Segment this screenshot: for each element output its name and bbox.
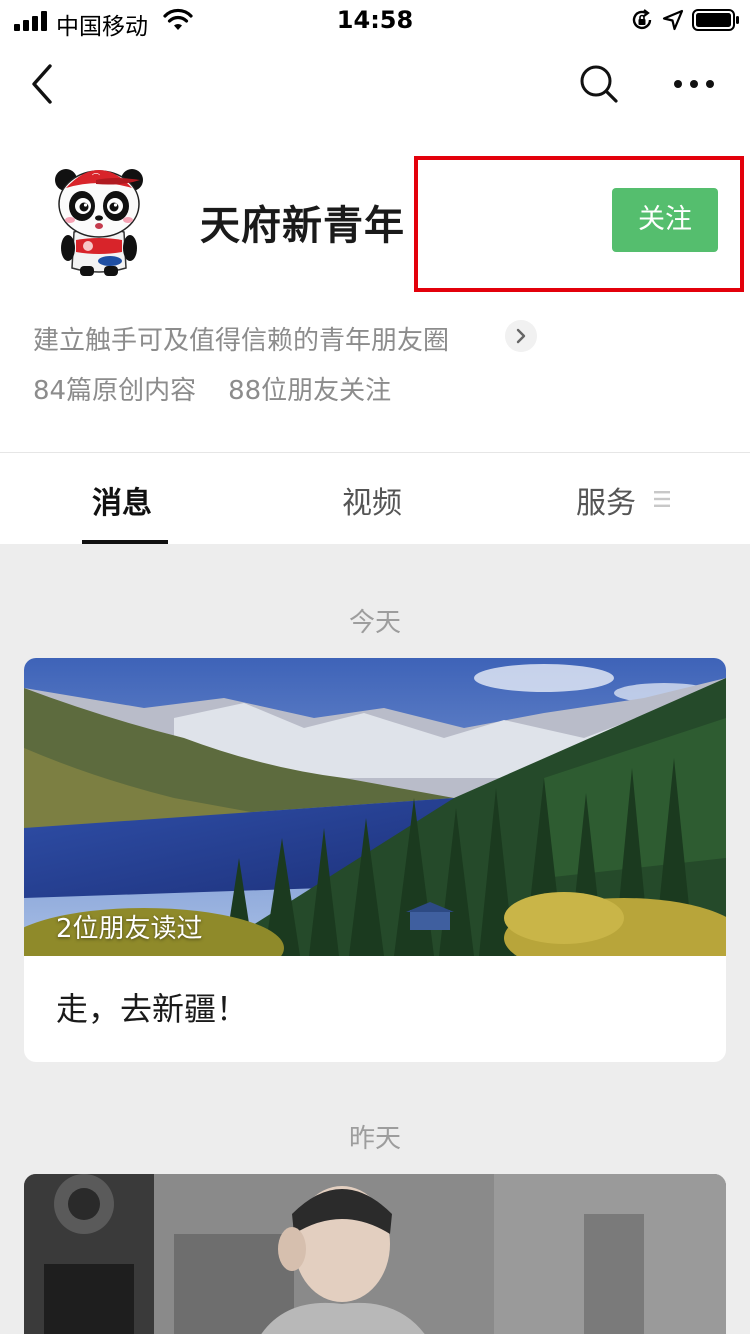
message-feed[interactable]: 今天 2位朋友读过 走，去新疆！ 昨天 bbox=[0, 544, 750, 1334]
account-avatar-panda[interactable]: ⌒ bbox=[44, 150, 154, 280]
original-content-count: 84篇原创内容 bbox=[33, 376, 197, 406]
friends-read-label: 2位朋友读过 bbox=[56, 914, 203, 944]
menu-icon bbox=[654, 491, 670, 507]
status-bar: 中国移动 14:58 bbox=[0, 0, 750, 40]
tab-messages[interactable]: 消息 bbox=[92, 478, 152, 521]
search-icon[interactable] bbox=[576, 60, 620, 106]
article-cover-image-person bbox=[24, 1174, 726, 1334]
description-text: 建立触手可及值得信赖的青年朋友圈 bbox=[33, 326, 450, 356]
rotation-lock-icon bbox=[632, 9, 652, 30]
location-arrow-icon bbox=[662, 9, 684, 31]
friends-following-count: 88位朋友关注 bbox=[228, 376, 392, 406]
more-options-icon[interactable] bbox=[670, 62, 718, 106]
svg-text:⌒: ⌒ bbox=[92, 173, 100, 182]
divider bbox=[0, 452, 750, 453]
date-separator-yesterday: 昨天 bbox=[348, 1124, 401, 1154]
account-name: 天府新青年 bbox=[200, 203, 405, 249]
battery-icon bbox=[692, 9, 739, 31]
date-separator-today: 今天 bbox=[348, 608, 401, 638]
tab-video[interactable]: 视频 bbox=[342, 478, 402, 521]
chevron-right-icon[interactable] bbox=[505, 320, 537, 352]
article-title[interactable]: 走，去新疆！ bbox=[56, 984, 248, 1030]
follow-button[interactable]: 关注 bbox=[612, 188, 718, 252]
account-stats: 84篇原创内容 88位朋友关注 bbox=[33, 370, 391, 407]
account-description[interactable]: 建立触手可及值得信赖的青年朋友圈 bbox=[33, 320, 537, 356]
article-card[interactable] bbox=[24, 1174, 726, 1334]
article-card[interactable]: 2位朋友读过 走，去新疆！ bbox=[24, 658, 726, 1062]
tab-services[interactable]: 服务 bbox=[576, 478, 636, 521]
back-arrow-icon[interactable] bbox=[24, 58, 64, 110]
